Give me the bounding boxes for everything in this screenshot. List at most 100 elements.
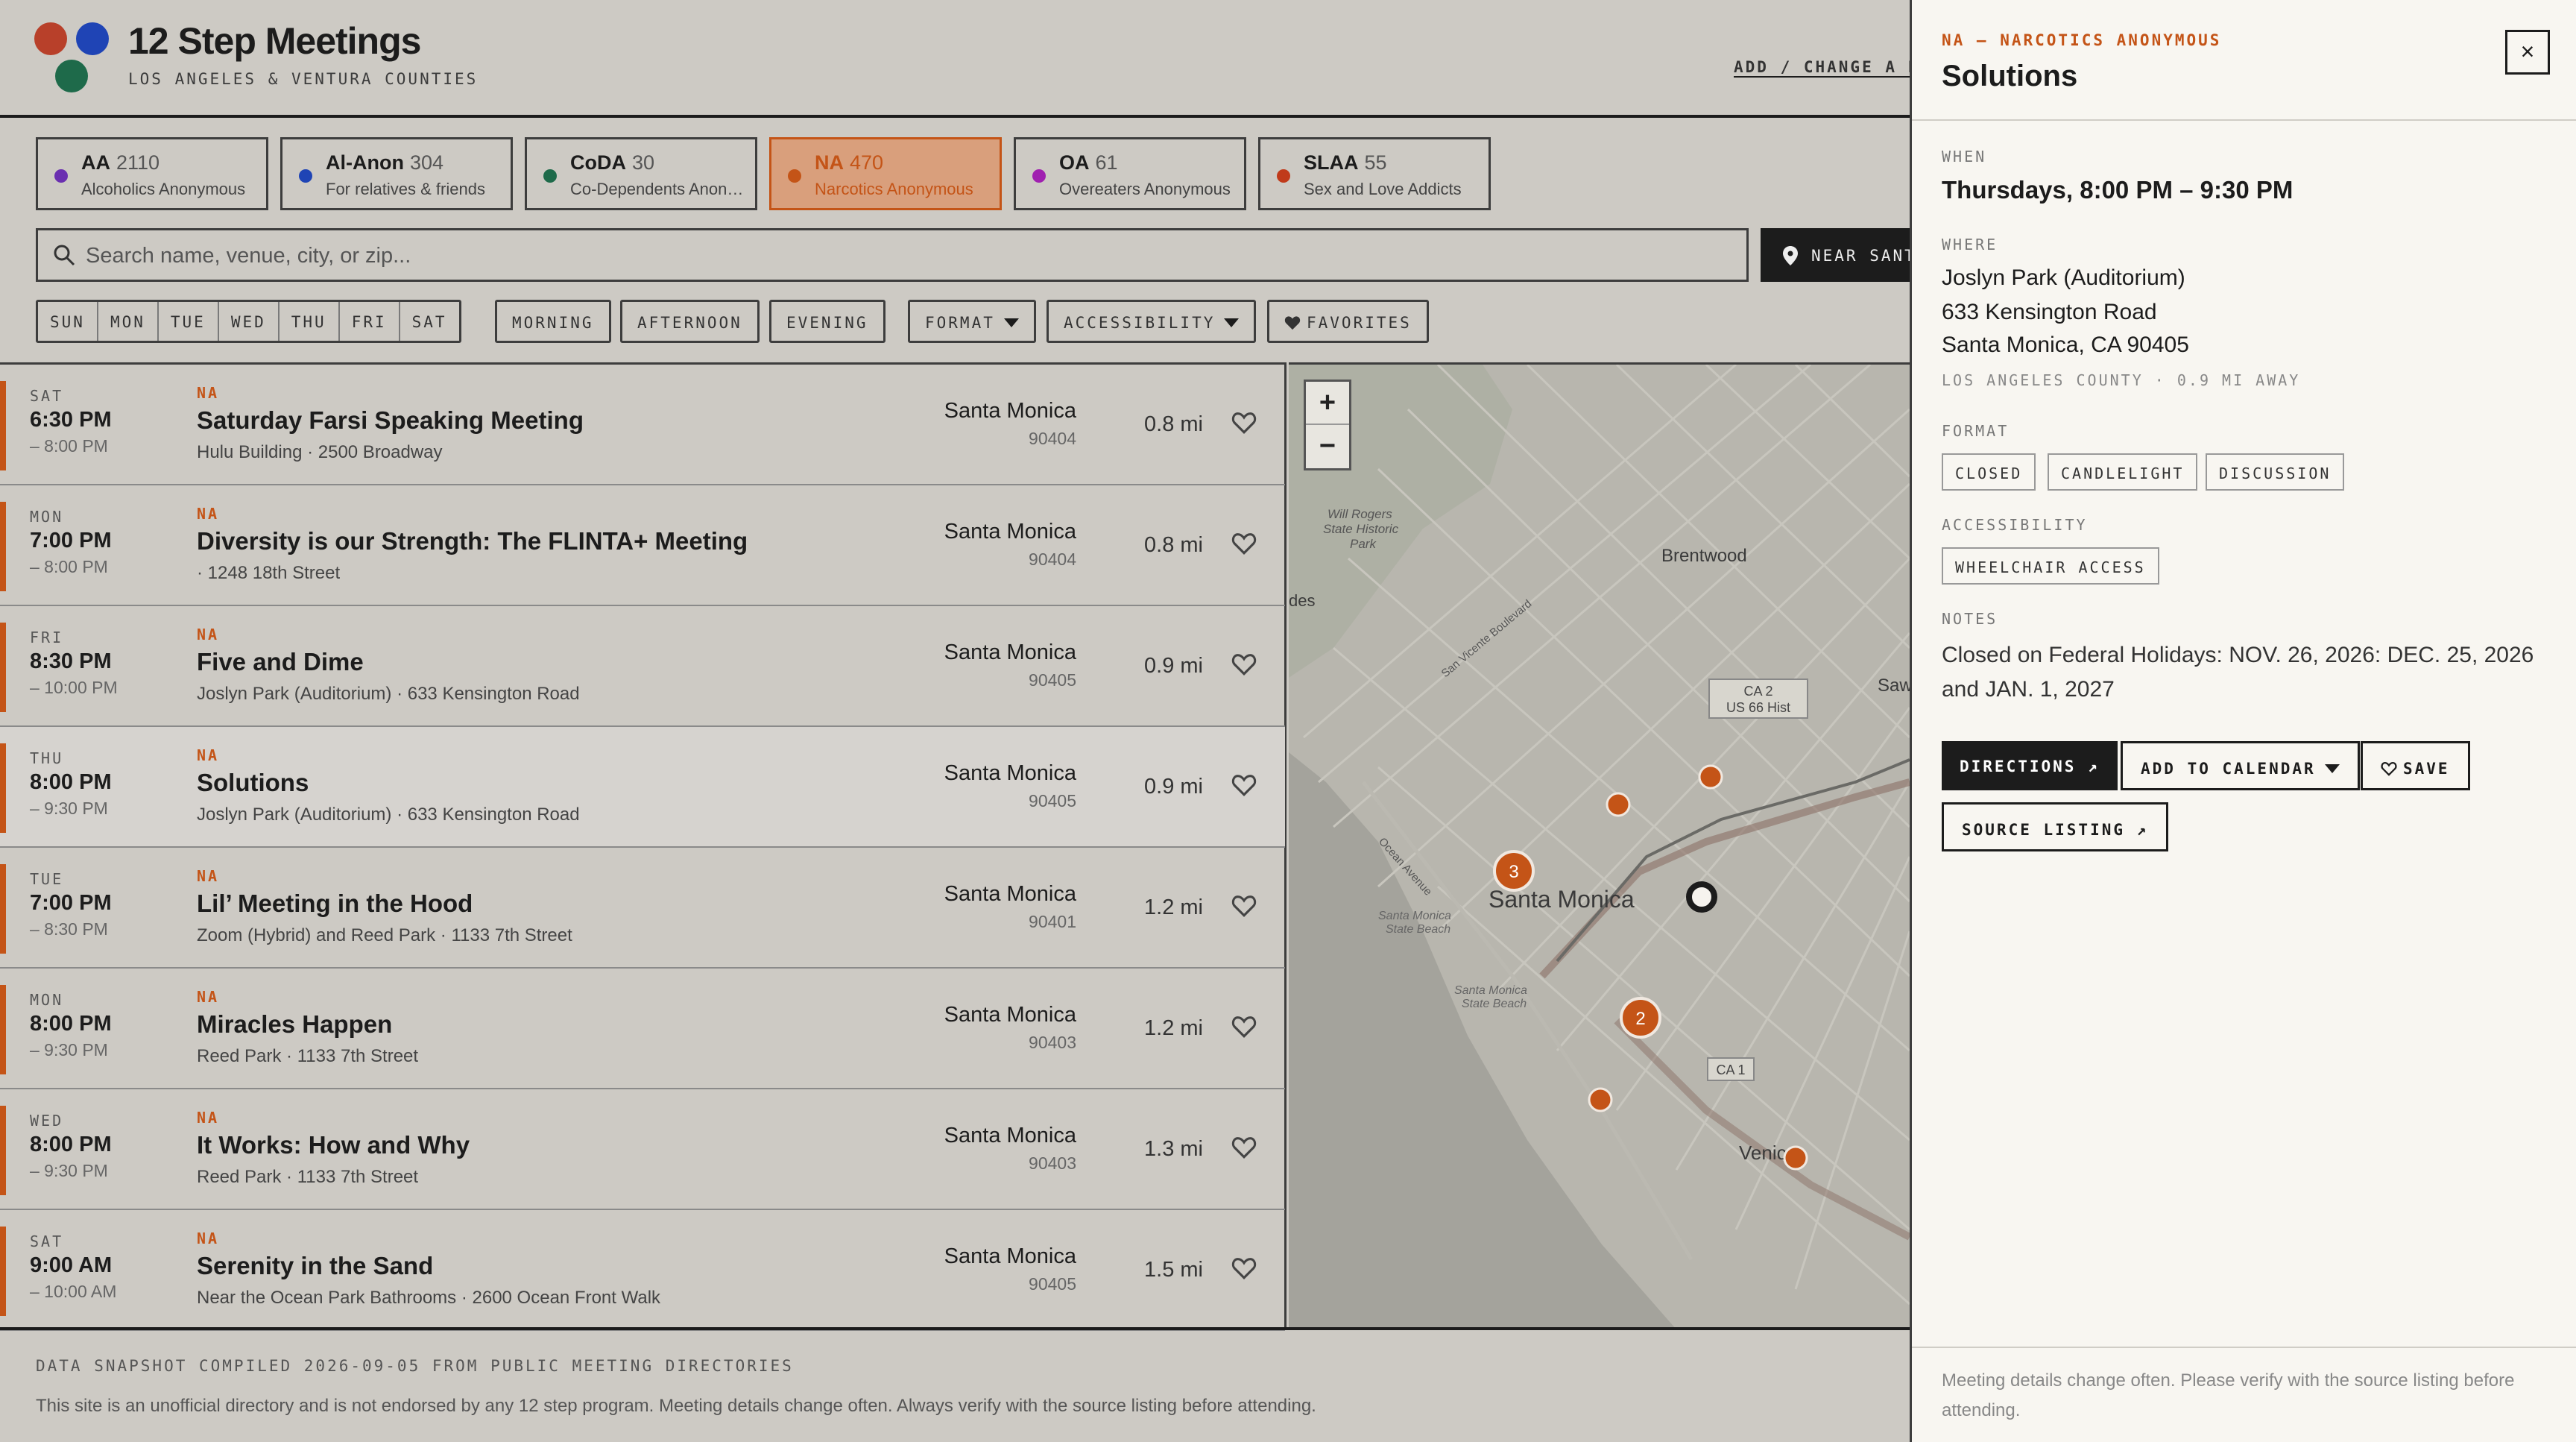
program-color-bar (0, 1106, 6, 1195)
meeting-list: SAT 6:30 PM – 8:00 PM NA Saturday Farsi Spea… (0, 362, 1287, 1331)
source-listing-button[interactable]: SOURCE LISTING ↗ (1942, 802, 2169, 851)
directions-button[interactable]: DIRECTIONS ↗ (1942, 741, 2118, 790)
detail-venue: Joslyn Park (Auditorium) (1942, 265, 2185, 290)
program-card-slaa[interactable]: SLAA 55 Sex and Love Addicts (1258, 137, 1491, 210)
selected-location-marker[interactable] (1686, 881, 1717, 913)
logo-dot-green (55, 60, 88, 92)
program-card-oa[interactable]: OA 61 Overeaters Anonymous (1014, 137, 1246, 210)
program-card-aa[interactable]: AA 2110 Alcoholics Anonymous (36, 137, 268, 210)
evening-filter-button[interactable]: EVENING (769, 300, 886, 343)
near-location-button[interactable]: NEAR SANTA MONICA (1761, 228, 1910, 282)
day-filter-sat[interactable]: SAT (400, 302, 459, 341)
favorite-heart-icon[interactable] (1231, 652, 1257, 676)
meeting-title[interactable]: It Works: How and Why (197, 1131, 470, 1159)
favorite-heart-icon[interactable] (1231, 773, 1257, 797)
program-name: NA 470 (815, 151, 884, 174)
program-count: 2110 (116, 151, 160, 174)
meeting-row[interactable]: SAT 9:00 AM – 10:00 AM NA Serenity in the Sa… (0, 1210, 1285, 1331)
day-filter-tue[interactable]: TUE (159, 302, 219, 341)
format-dropdown[interactable]: FORMAT (908, 300, 1036, 343)
favorite-heart-icon[interactable] (1231, 411, 1257, 435)
meeting-row[interactable]: MON 8:00 PM – 9:30 PM NA Miracles Happen Reed… (0, 969, 1285, 1089)
meeting-location: Hulu Building · 2500 Broadway (197, 442, 443, 462)
highway-10 (1539, 778, 1910, 979)
map-marker[interactable] (1783, 1145, 1808, 1171)
meeting-title[interactable]: Saturday Farsi Speaking Meeting (197, 406, 584, 435)
program-color-dot (1277, 169, 1290, 183)
meeting-program: NA (197, 505, 220, 523)
logo[interactable] (34, 22, 115, 94)
notes-label: NOTES (1942, 610, 1998, 628)
meeting-row[interactable]: MON 7:00 PM – 8:00 PM NA Diversity is our St… (0, 485, 1285, 606)
format-tag: DISCUSSION (2206, 453, 2345, 491)
favorite-heart-icon[interactable] (1231, 894, 1257, 918)
shield-us66-label: US 66 Hist (1726, 700, 1790, 715)
day-filter-thu[interactable]: THU (280, 302, 340, 341)
map-marker[interactable] (1588, 1087, 1613, 1112)
map-marker[interactable] (1698, 764, 1723, 790)
favorite-heart-icon[interactable] (1231, 532, 1257, 555)
meeting-end-time: – 8:00 PM (30, 436, 108, 456)
map-label-sawtelle: Saw (1878, 676, 1910, 696)
meeting-title[interactable]: Diversity is our Strength: The FLINTA+ M… (197, 527, 748, 555)
program-color-dot (788, 169, 801, 183)
map-cluster-marker[interactable]: 3 (1493, 850, 1535, 892)
favorites-filter-button[interactable]: FAVORITES (1267, 300, 1429, 343)
close-button[interactable]: × (2505, 30, 2550, 75)
meeting-row[interactable]: FRI 8:30 PM – 10:00 PM NA Five and Dime Josly… (0, 606, 1285, 727)
meeting-city: Santa Monica (944, 882, 1076, 906)
meeting-title[interactable]: Miracles Happen (197, 1010, 392, 1039)
favorite-heart-icon[interactable] (1231, 1015, 1257, 1039)
meeting-zip: 90404 (1029, 429, 1076, 448)
save-button[interactable]: SAVE (2361, 741, 2470, 790)
map-label-des: des (1289, 591, 1315, 610)
logo-dot-blue (76, 22, 109, 55)
meeting-title[interactable]: Lil’ Meeting in the Hood (197, 890, 473, 918)
site-title[interactable]: 12 Step Meetings (128, 19, 421, 63)
day-filter-mon[interactable]: MON (98, 302, 159, 341)
format-tag: CANDLELIGHT (2048, 453, 2198, 491)
shield-ca2-label: CA 2 (1743, 684, 1772, 699)
favorite-heart-icon[interactable] (1231, 1256, 1257, 1280)
meeting-program: NA (197, 746, 220, 764)
highway-1 (1614, 1018, 1910, 1241)
program-card-alanon[interactable]: Al-Anon 304 For relatives & friends (280, 137, 513, 210)
map-label-state-beach-b2: State Beach (1462, 998, 1527, 1010)
map-cluster-marker[interactable]: 2 (1620, 997, 1661, 1039)
meeting-distance: 0.8 mi (1144, 533, 1203, 557)
favorite-heart-icon[interactable] (1231, 1136, 1257, 1159)
zoom-out-button[interactable]: − (1306, 425, 1349, 468)
meeting-end-time: – 10:00 PM (30, 678, 118, 697)
where-label: WHERE (1942, 236, 1998, 254)
meeting-row[interactable]: SAT 6:30 PM – 8:00 PM NA Saturday Farsi Spea… (0, 365, 1285, 485)
map-marker[interactable] (1606, 792, 1631, 817)
detail-program: NA — NARCOTICS ANONYMOUS (1942, 31, 2222, 49)
afternoon-filter-button[interactable]: AFTERNOON (620, 300, 760, 343)
day-filter-fri[interactable]: FRI (340, 302, 400, 341)
meeting-row[interactable]: WED 8:00 PM – 9:30 PM NA It Works: How and W… (0, 1089, 1285, 1210)
meeting-start-time: 7:00 PM (30, 891, 112, 915)
logo-dot-red (34, 22, 67, 55)
add-to-calendar-button[interactable]: ADD TO CALENDAR (2121, 741, 2360, 790)
accessibility-dropdown[interactable]: ACCESSIBILITY (1046, 300, 1257, 343)
day-filter-sun[interactable]: SUN (38, 302, 98, 341)
program-card-coda[interactable]: CoDA30 Co-Dependents Anonymous (525, 137, 757, 210)
morning-filter-button[interactable]: MORNING (495, 300, 611, 343)
chevron-down-icon (2324, 764, 2340, 773)
program-count: 55 (1364, 151, 1387, 174)
zoom-in-button[interactable]: + (1306, 382, 1349, 425)
meeting-program: NA (197, 626, 220, 643)
detail-street: 633 Kensington Road (1942, 300, 2157, 324)
meeting-row[interactable]: THU 8:00 PM – 9:30 PM NA Solutions Joslyn Par… (0, 727, 1285, 848)
map[interactable]: Santa Monica Brentwood Venic Saw des Wil… (1289, 362, 1910, 1327)
meeting-title[interactable]: Five and Dime (197, 648, 364, 676)
meeting-title[interactable]: Serenity in the Sand (197, 1252, 433, 1280)
meeting-title[interactable]: Solutions (197, 769, 309, 797)
day-filter-wed[interactable]: WED (219, 302, 280, 341)
detail-footnote: Meeting details change often. Please ver… (1942, 1370, 2515, 1420)
map-label-will-rogers-2: State Historic (1323, 522, 1399, 536)
meeting-row[interactable]: TUE 7:00 PM – 8:30 PM NA Lil’ Meeting in the… (0, 848, 1285, 969)
program-card-na[interactable]: NA 470 Narcotics Anonymous (769, 137, 1002, 210)
meeting-day: MON (30, 508, 64, 526)
search-input[interactable] (86, 238, 1726, 274)
